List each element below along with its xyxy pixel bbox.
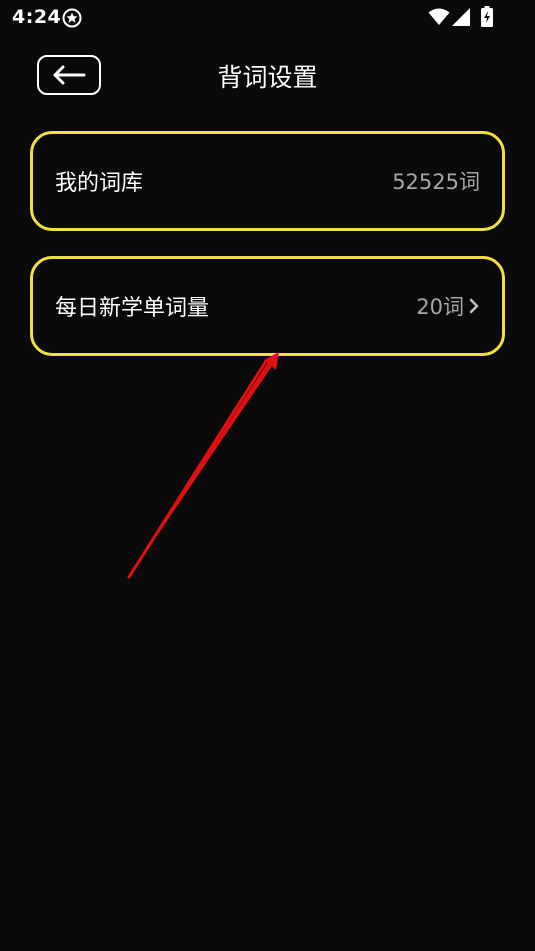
chevron-right-icon xyxy=(469,298,479,314)
signal-icon xyxy=(452,8,470,26)
back-button[interactable] xyxy=(37,55,101,95)
setting-daily-new-words[interactable]: 每日新学单词量 20词 xyxy=(30,256,505,356)
nav-bar: 背词设置 xyxy=(0,44,535,108)
setting-value: 20词 xyxy=(416,295,464,319)
setting-label: 每日新学单词量 xyxy=(55,296,210,321)
setting-value-wrap: 52525词 xyxy=(392,166,480,196)
status-time: 4:24 xyxy=(12,6,62,28)
battery-charging-icon xyxy=(481,6,493,27)
shield-badge-icon xyxy=(62,8,82,28)
setting-my-wordbank[interactable]: 我的词库 52525词 xyxy=(30,131,505,231)
arrow-left-icon xyxy=(53,65,86,85)
setting-value-wrap: 20词 xyxy=(416,291,480,321)
status-bar: 4:24 xyxy=(0,0,535,36)
wifi-icon xyxy=(428,8,450,25)
setting-value: 52525词 xyxy=(392,170,480,194)
setting-label: 我的词库 xyxy=(55,171,144,196)
